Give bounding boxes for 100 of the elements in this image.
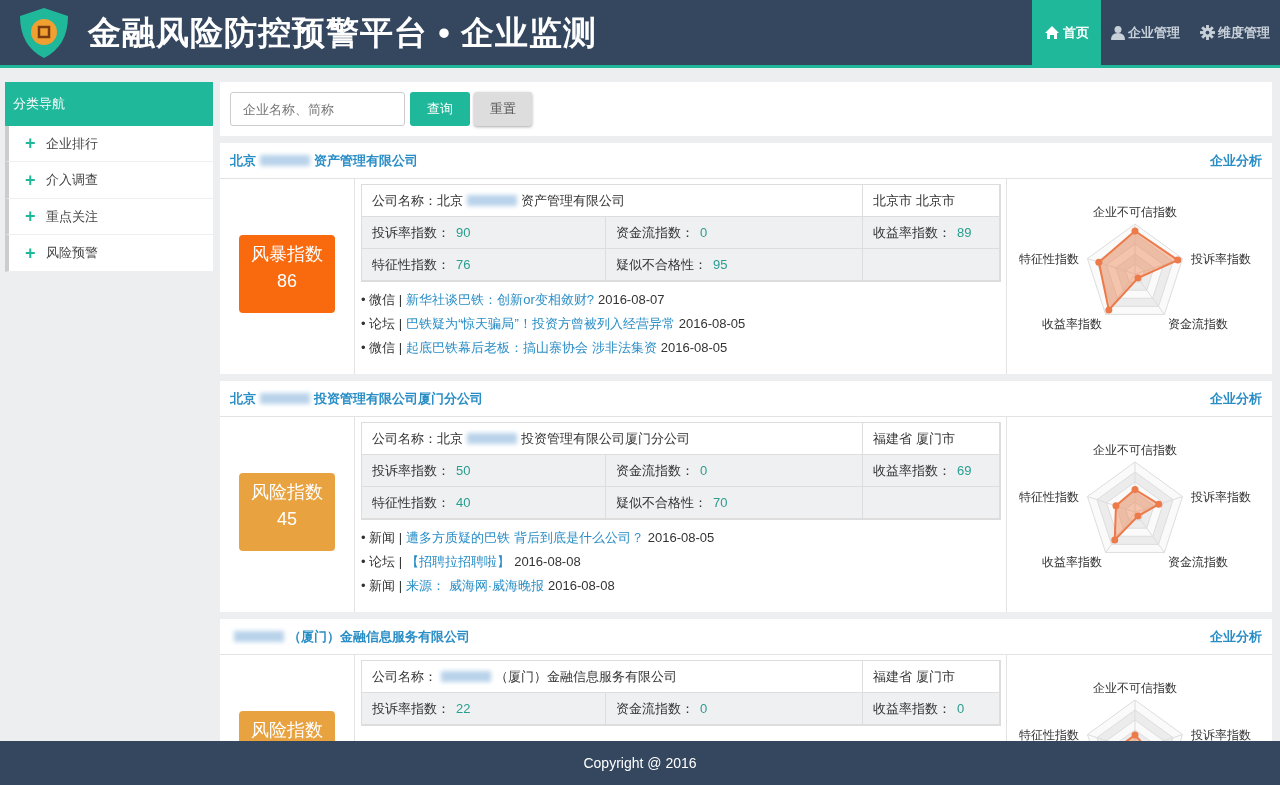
badge-text: 风暴指数 — [251, 243, 323, 266]
news-source: • 新闻 | — [361, 577, 403, 596]
news-link[interactable]: 来源： 威海网·威海晚报 — [406, 576, 545, 596]
badge-text: 86 — [277, 270, 297, 293]
metric-value: 76 — [456, 255, 471, 274]
company-name-text: 资产管理有限公司 — [314, 151, 418, 170]
axis-label: 投诉率指数 — [1190, 489, 1251, 504]
plus-icon: + — [25, 243, 36, 262]
metric-value: 0 — [700, 223, 708, 242]
metric-value: 70 — [713, 493, 728, 512]
metric-label: 收益率指数： — [873, 223, 951, 242]
metric-label: 收益率指数： — [873, 699, 951, 718]
company-name-text: 北京 — [230, 151, 256, 170]
badge-text: 45 — [277, 508, 297, 531]
analysis-link[interactable]: 企业分析 — [1210, 388, 1262, 409]
sidebar-item[interactable]: + 介入调查 — [5, 162, 213, 199]
sidebar-item[interactable]: + 风险预警 — [5, 235, 213, 272]
metric-label: 收益率指数： — [873, 461, 951, 480]
axis-label: 特征性指数 — [1019, 489, 1080, 504]
company-name-text: 资产管理有限公司 — [521, 191, 625, 210]
news-link[interactable]: 遭多方质疑的巴铁 背后到底是什么公司？ — [406, 528, 644, 548]
nav-tab[interactable]: 首页 — [1032, 0, 1101, 65]
news-link[interactable]: 新华社谈巴铁：创新or变相敛财? — [406, 290, 594, 310]
plus-icon: + — [25, 134, 36, 153]
metric-label: 资金流指数： — [616, 699, 694, 718]
axis-label: 收益率指数 — [1041, 555, 1102, 570]
axis-label: 收益率指数 — [1041, 317, 1102, 332]
news-source: • 微信 | — [361, 291, 403, 310]
axis-label: 企业不可信指数 — [1093, 681, 1177, 695]
field-label: 公司名称： — [372, 429, 437, 448]
nav-tab[interactable]: 企业管理 — [1101, 0, 1190, 65]
metric-value: 22 — [456, 699, 471, 718]
metric-value: 50 — [456, 461, 471, 480]
analysis-link[interactable]: 企业分析 — [1210, 150, 1262, 171]
axis-label: 资金流指数 — [1168, 317, 1229, 332]
company-name-text: 北京 — [230, 389, 256, 408]
metric-value: 0 — [700, 461, 708, 480]
metric-label: 资金流指数： — [616, 223, 694, 242]
news-source: • 论坛 | — [361, 315, 403, 334]
news-source: • 新闻 | — [361, 529, 403, 548]
sidebar-item[interactable]: + 企业排行 — [5, 125, 213, 162]
metric-label: 投诉率指数： — [372, 699, 450, 718]
location-text: 北京市 北京市 — [873, 191, 955, 210]
badge-text: 风险指数 — [251, 719, 323, 741]
platform-title: 金融风险防控预警平台 • 企业监测 — [88, 12, 597, 53]
home-icon — [1044, 25, 1060, 40]
company-name-text: 北京 — [437, 429, 463, 448]
badge-text: 风险指数 — [251, 481, 323, 504]
metric-label: 特征性指数： — [372, 255, 450, 274]
axis-label: 资金流指数 — [1168, 555, 1229, 570]
axis-label: 企业不可信指数 — [1093, 205, 1177, 219]
metric-value: 69 — [957, 461, 972, 480]
analysis-link[interactable]: 企业分析 — [1210, 626, 1262, 647]
news-date: 2016-08-05 — [647, 529, 715, 548]
plus-icon: + — [25, 207, 36, 226]
user-icon — [1111, 25, 1125, 40]
news-date: 2016-08-05 — [660, 339, 728, 358]
metric-label: 疑似不合格性： — [616, 255, 707, 274]
location-text: 福建省 厦门市 — [873, 667, 955, 686]
news-source: • 论坛 | — [361, 553, 403, 572]
news-link[interactable]: 【招聘拉招聘啦】 — [406, 552, 511, 572]
axis-label: 企业不可信指数 — [1093, 443, 1177, 457]
sidebar-item[interactable]: + 重点关注 — [5, 198, 213, 235]
company-name-text: 北京 — [437, 191, 463, 210]
location-text: 福建省 厦门市 — [873, 429, 955, 448]
news-date: 2016-08-08 — [514, 553, 581, 572]
search-field[interactable]: 企业名称、简称 — [230, 92, 405, 126]
news-link[interactable]: 巴铁疑为“惊天骗局”！投资方曾被列入经营异常 — [406, 314, 675, 334]
copyright-text: Copyright @ 2016 — [583, 753, 697, 773]
axis-label: 投诉率指数 — [1190, 727, 1251, 741]
news-source: • 微信 | — [361, 339, 403, 358]
search-button[interactable]: 查询 — [410, 92, 470, 126]
metric-value: 0 — [957, 699, 965, 718]
news-date: 2016-08-08 — [548, 577, 615, 596]
metric-value: 95 — [713, 255, 728, 274]
axis-label: 特征性指数 — [1019, 727, 1080, 741]
field-label: 公司名称： — [372, 191, 437, 210]
company-name-text: （厦门）金融信息服务有限公司 — [495, 667, 677, 686]
news-date: 2016-08-05 — [678, 315, 746, 334]
metric-value: 0 — [700, 699, 708, 718]
metric-label: 特征性指数： — [372, 493, 450, 512]
news-date: 2016-08-07 — [597, 291, 665, 310]
field-label: 公司名称： — [372, 667, 437, 686]
metric-label: 投诉率指数： — [372, 223, 450, 242]
sidebar-title: 分类导航 — [5, 82, 213, 126]
company-name-text: 投资管理有限公司厦门分公司 — [521, 429, 690, 448]
reset-button[interactable]: 重置 — [474, 92, 532, 126]
metric-value: 90 — [456, 223, 471, 242]
axis-label: 投诉率指数 — [1190, 251, 1251, 266]
company-name-text: 投资管理有限公司厦门分公司 — [314, 389, 483, 408]
nav-tab[interactable]: 维度管理 — [1190, 0, 1280, 65]
settings-icon — [1200, 25, 1215, 40]
metric-label: 投诉率指数： — [372, 461, 450, 480]
company-name-text: （厦门）金融信息服务有限公司 — [288, 627, 470, 646]
metric-label: 疑似不合格性： — [616, 493, 707, 512]
plus-icon: + — [25, 170, 36, 189]
axis-label: 特征性指数 — [1019, 251, 1080, 266]
news-link[interactable]: 起底巴铁幕后老板：搞山寨协会 涉非法集资 — [406, 338, 657, 358]
metric-value: 89 — [957, 223, 972, 242]
metric-value: 40 — [456, 493, 471, 512]
